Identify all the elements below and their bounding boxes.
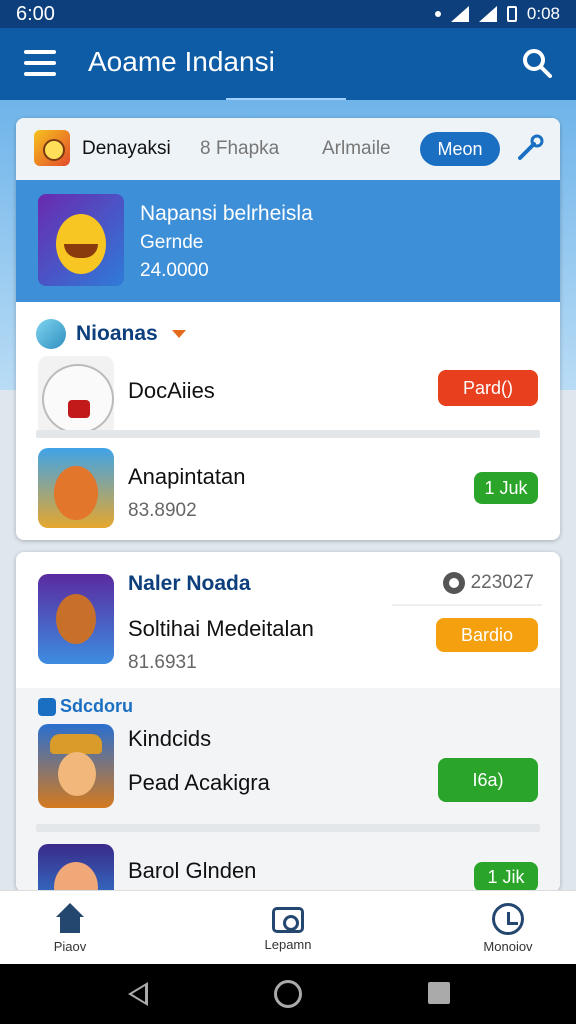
section-title: Nioanas — [76, 322, 158, 345]
notification-dot-icon — [434, 11, 441, 17]
divider — [36, 430, 540, 438]
game-list-card: Naler Noada 223027 Soltihai Medeitalan 8… — [16, 552, 560, 892]
list-item-title: Anapintatan — [128, 464, 246, 489]
list-item[interactable]: DocAiies Pard() — [16, 356, 560, 436]
divider — [392, 604, 542, 606]
camera-icon — [272, 907, 304, 933]
list-item-value: 81.6931 — [128, 652, 197, 673]
system-nav-bar — [0, 964, 576, 1024]
game-thumbnail — [38, 574, 114, 664]
banner-subtitle: Gernde — [140, 232, 204, 253]
wrench-icon[interactable] — [516, 134, 544, 162]
list-item-title: DocAiies — [128, 378, 215, 403]
home-icon — [54, 903, 86, 935]
search-icon[interactable] — [522, 48, 552, 78]
game-thumbnail — [38, 448, 114, 528]
recent-apps-icon[interactable] — [428, 982, 450, 1004]
chevron-down-icon — [171, 330, 186, 338]
menu-icon[interactable] — [24, 50, 56, 76]
banner-number: 24.0000 — [140, 260, 209, 281]
featured-card: Denayaksi 8 Fhapka Arlmaile Meon Napansi… — [16, 118, 560, 540]
nav-item-camera[interactable]: Lepamn — [228, 903, 348, 952]
game-thumbnail — [38, 356, 114, 436]
status-clock: 0:08 — [526, 4, 560, 23]
pard-button[interactable]: Pard() — [438, 370, 538, 406]
gear-icon — [442, 572, 465, 594]
card-title: Naler Noada — [128, 572, 251, 595]
back-icon[interactable] — [128, 982, 148, 1006]
list-item-title: Kindcids — [128, 726, 212, 751]
page-title: Aoame Indansi — [88, 46, 275, 77]
featured-game-image — [38, 194, 124, 286]
tab-meon-button[interactable]: Meon — [420, 132, 500, 166]
battery-icon — [506, 6, 517, 22]
signal-icon — [478, 6, 497, 22]
bottom-nav: Piaov Lepamn Monoiov — [0, 890, 576, 964]
list-item-title: Barol Glnden — [128, 858, 257, 883]
tab-denayaksi[interactable]: Denayaksi — [82, 138, 171, 160]
list-item-value: 83.8902 — [128, 500, 197, 521]
status-bar: 6:00 0:08 — [0, 0, 576, 28]
nav-item-home[interactable]: Piaov — [10, 903, 130, 954]
nav-label: Monoiov — [483, 939, 533, 954]
tab-arlmaile[interactable]: Arlmaile — [322, 138, 391, 160]
trend-icon — [36, 319, 66, 349]
game-thumbnail — [38, 724, 114, 808]
juk-button[interactable]: 1 Juk — [474, 472, 538, 504]
section-label: Sdcdoru — [38, 696, 133, 717]
nav-label: Lepamn — [264, 937, 312, 952]
game-logo-icon — [34, 130, 70, 166]
list-item[interactable]: Kindcids Pead Acakigra I6a) — [16, 724, 560, 812]
home-circle-icon[interactable] — [274, 980, 302, 1008]
bardio-button[interactable]: Bardio — [436, 618, 538, 652]
player-count-value: 223027 — [470, 572, 534, 593]
status-icons: 0:08 — [434, 4, 560, 24]
status-time: 6:00 — [16, 2, 55, 25]
nav-item-history[interactable]: Monoiov — [448, 903, 568, 954]
section-header[interactable]: Nioanas — [36, 318, 186, 350]
list-item[interactable]: Anapintatan 83.8902 1 Juk — [16, 446, 560, 530]
wifi-icon — [450, 6, 469, 22]
featured-banner[interactable]: Napansi belrheisla Gernde 24.0000 — [16, 180, 560, 302]
list-item-subtitle: Pead Acakigra — [128, 770, 270, 795]
game-thumbnail — [38, 844, 114, 892]
nav-label: Piaov — [53, 939, 87, 954]
clock-icon — [492, 903, 524, 935]
tab-bar: Denayaksi 8 Fhapka Arlmaile Meon — [16, 118, 560, 180]
banner-title: Napansi belrheisla — [140, 202, 313, 225]
jik-button[interactable]: 1 Jik — [474, 862, 538, 892]
player-count: 223027 — [442, 572, 534, 594]
app-bar: Aoame Indansi — [0, 28, 576, 100]
list-item-title: Soltihai Medeitalan — [128, 616, 314, 641]
list-item[interactable]: Barol Glnden 1 Jik — [16, 844, 560, 892]
divider — [36, 824, 540, 832]
play-button[interactable]: I6a) — [438, 758, 538, 802]
tab-fhapka[interactable]: 8 Fhapka — [200, 138, 279, 160]
